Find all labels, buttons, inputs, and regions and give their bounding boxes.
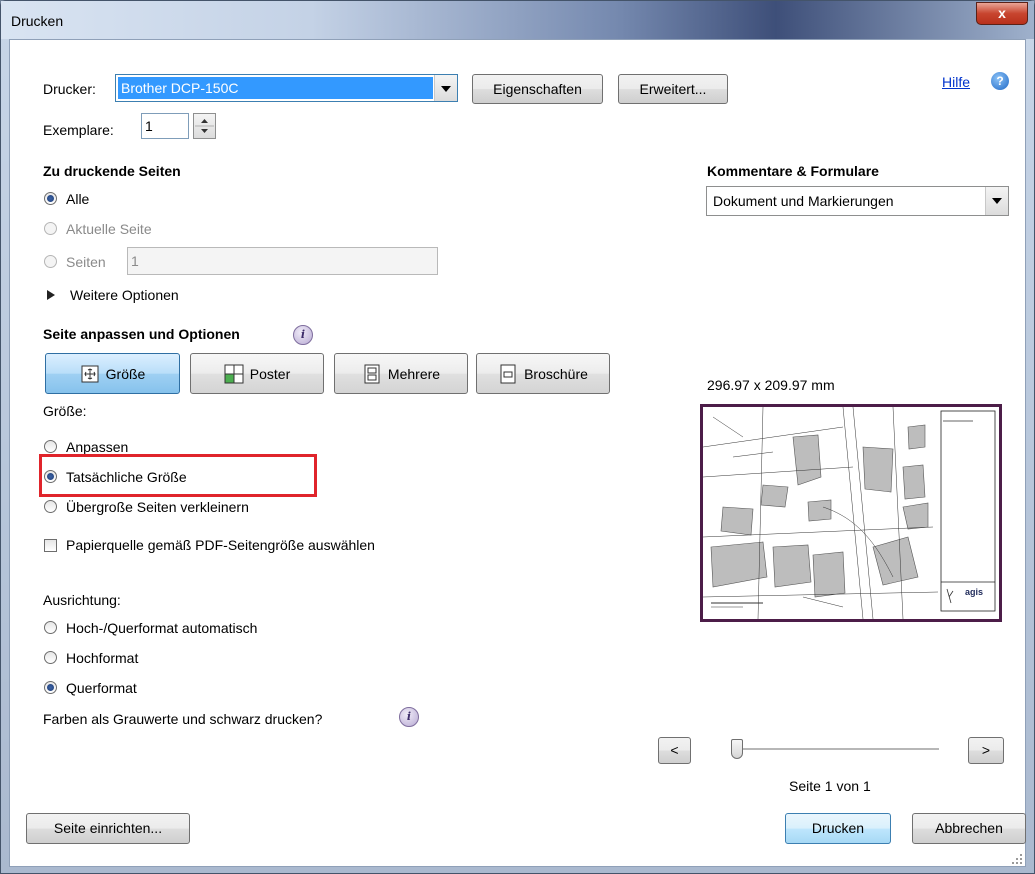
pages-all-radio[interactable] <box>44 192 57 205</box>
page-slider-thumb[interactable] <box>731 739 743 759</box>
close-button[interactable]: x <box>976 2 1028 25</box>
fit-heading: Seite anpassen und Optionen <box>43 326 240 342</box>
comments-select[interactable]: Dokument und Markierungen <box>706 186 1009 216</box>
advanced-button[interactable]: Erweitert... <box>618 74 728 104</box>
orientation-auto-label[interactable]: Hoch-/Querformat automatisch <box>66 620 257 636</box>
tab-poster[interactable]: Poster <box>190 353 324 394</box>
comments-heading: Kommentare & Formulare <box>707 163 879 179</box>
printer-label: Drucker: <box>43 81 96 97</box>
size-label: Größe: <box>43 403 87 419</box>
copies-input[interactable]: 1 <box>141 113 189 139</box>
expand-triangle-icon[interactable] <box>47 290 55 300</box>
stepper-arrows-icon[interactable] <box>194 114 215 138</box>
poster-icon <box>224 364 244 383</box>
page-preview: agis <box>700 404 1002 622</box>
more-options-toggle[interactable]: Weitere Optionen <box>70 287 179 303</box>
pages-range-radio <box>44 255 57 268</box>
paper-source-checkbox[interactable] <box>44 539 57 552</box>
page-indicator: Seite 1 von 1 <box>789 778 871 794</box>
dialog-body: Drucker: Brother DCP-150C Eigenschaften … <box>9 39 1026 867</box>
pages-current-label: Aktuelle Seite <box>66 221 152 237</box>
paper-source-label[interactable]: Papierquelle gemäß PDF-Seitengröße auswä… <box>66 537 375 553</box>
printer-select-value: Brother DCP-150C <box>118 77 433 99</box>
tab-multiple[interactable]: Mehrere <box>334 353 468 394</box>
print-button[interactable]: Drucken <box>785 813 891 844</box>
preview-dimensions: 296.97 x 209.97 mm <box>707 377 835 393</box>
pages-all-label[interactable]: Alle <box>66 191 89 207</box>
tab-booklet-label: Broschüre <box>524 365 588 382</box>
size-icon <box>81 365 99 382</box>
tab-size-label: Größe <box>105 365 146 382</box>
pages-current-radio <box>44 222 57 235</box>
resize-grip-icon[interactable] <box>1011 853 1023 865</box>
copies-stepper[interactable] <box>193 113 216 139</box>
tab-poster-label: Poster <box>249 365 291 382</box>
orientation-auto-radio[interactable] <box>44 621 57 634</box>
grayscale-label: Farben als Grauwerte und schwarz drucken… <box>43 711 323 727</box>
size-fit-label[interactable]: Anpassen <box>66 439 128 455</box>
chevron-down-icon[interactable] <box>434 75 457 101</box>
size-shrink-radio[interactable] <box>44 500 57 513</box>
info-icon[interactable]: i <box>399 707 419 727</box>
orientation-landscape-radio[interactable] <box>44 681 57 694</box>
print-dialog: Drucken x Drucker: Brother DCP-150C Eige… <box>0 0 1035 874</box>
tab-multiple-label: Mehrere <box>387 365 441 382</box>
orientation-portrait-radio[interactable] <box>44 651 57 664</box>
help-icon[interactable]: ? <box>991 72 1009 90</box>
next-page-button[interactable]: > <box>968 737 1004 764</box>
pages-range-label: Seiten <box>66 254 106 270</box>
orientation-label: Ausrichtung: <box>43 592 121 608</box>
printer-select[interactable]: Brother DCP-150C <box>115 74 458 102</box>
comments-select-value: Dokument und Markierungen <box>713 193 894 209</box>
cancel-button[interactable]: Abbrechen <box>912 813 1026 844</box>
highlight-annotation <box>39 454 317 497</box>
size-shrink-label[interactable]: Übergroße Seiten verkleinern <box>66 499 249 515</box>
page-slider-track[interactable] <box>737 748 939 751</box>
booklet-icon <box>500 364 516 383</box>
orientation-portrait-label[interactable]: Hochformat <box>66 650 138 666</box>
tab-booklet[interactable]: Broschüre <box>476 353 610 394</box>
size-fit-radio[interactable] <box>44 440 57 453</box>
pages-heading: Zu druckende Seiten <box>43 163 181 179</box>
pages-range-input: 1 <box>127 247 438 275</box>
info-icon[interactable]: i <box>293 325 313 345</box>
map-preview-image <box>703 407 999 619</box>
multiple-pages-icon <box>364 364 380 383</box>
logo-text: agis <box>965 587 984 597</box>
title-bar[interactable]: Drucken x <box>1 1 1034 39</box>
copies-label: Exemplare: <box>43 122 114 138</box>
chevron-down-icon[interactable] <box>985 187 1008 215</box>
page-setup-button[interactable]: Seite einrichten... <box>26 813 190 844</box>
orientation-landscape-label[interactable]: Querformat <box>66 680 137 696</box>
properties-button[interactable]: Eigenschaften <box>472 74 603 104</box>
prev-page-button[interactable]: < <box>658 737 691 764</box>
window-title: Drucken <box>11 13 64 29</box>
help-link[interactable]: Hilfe <box>942 74 970 90</box>
tab-size[interactable]: Größe <box>45 353 180 394</box>
